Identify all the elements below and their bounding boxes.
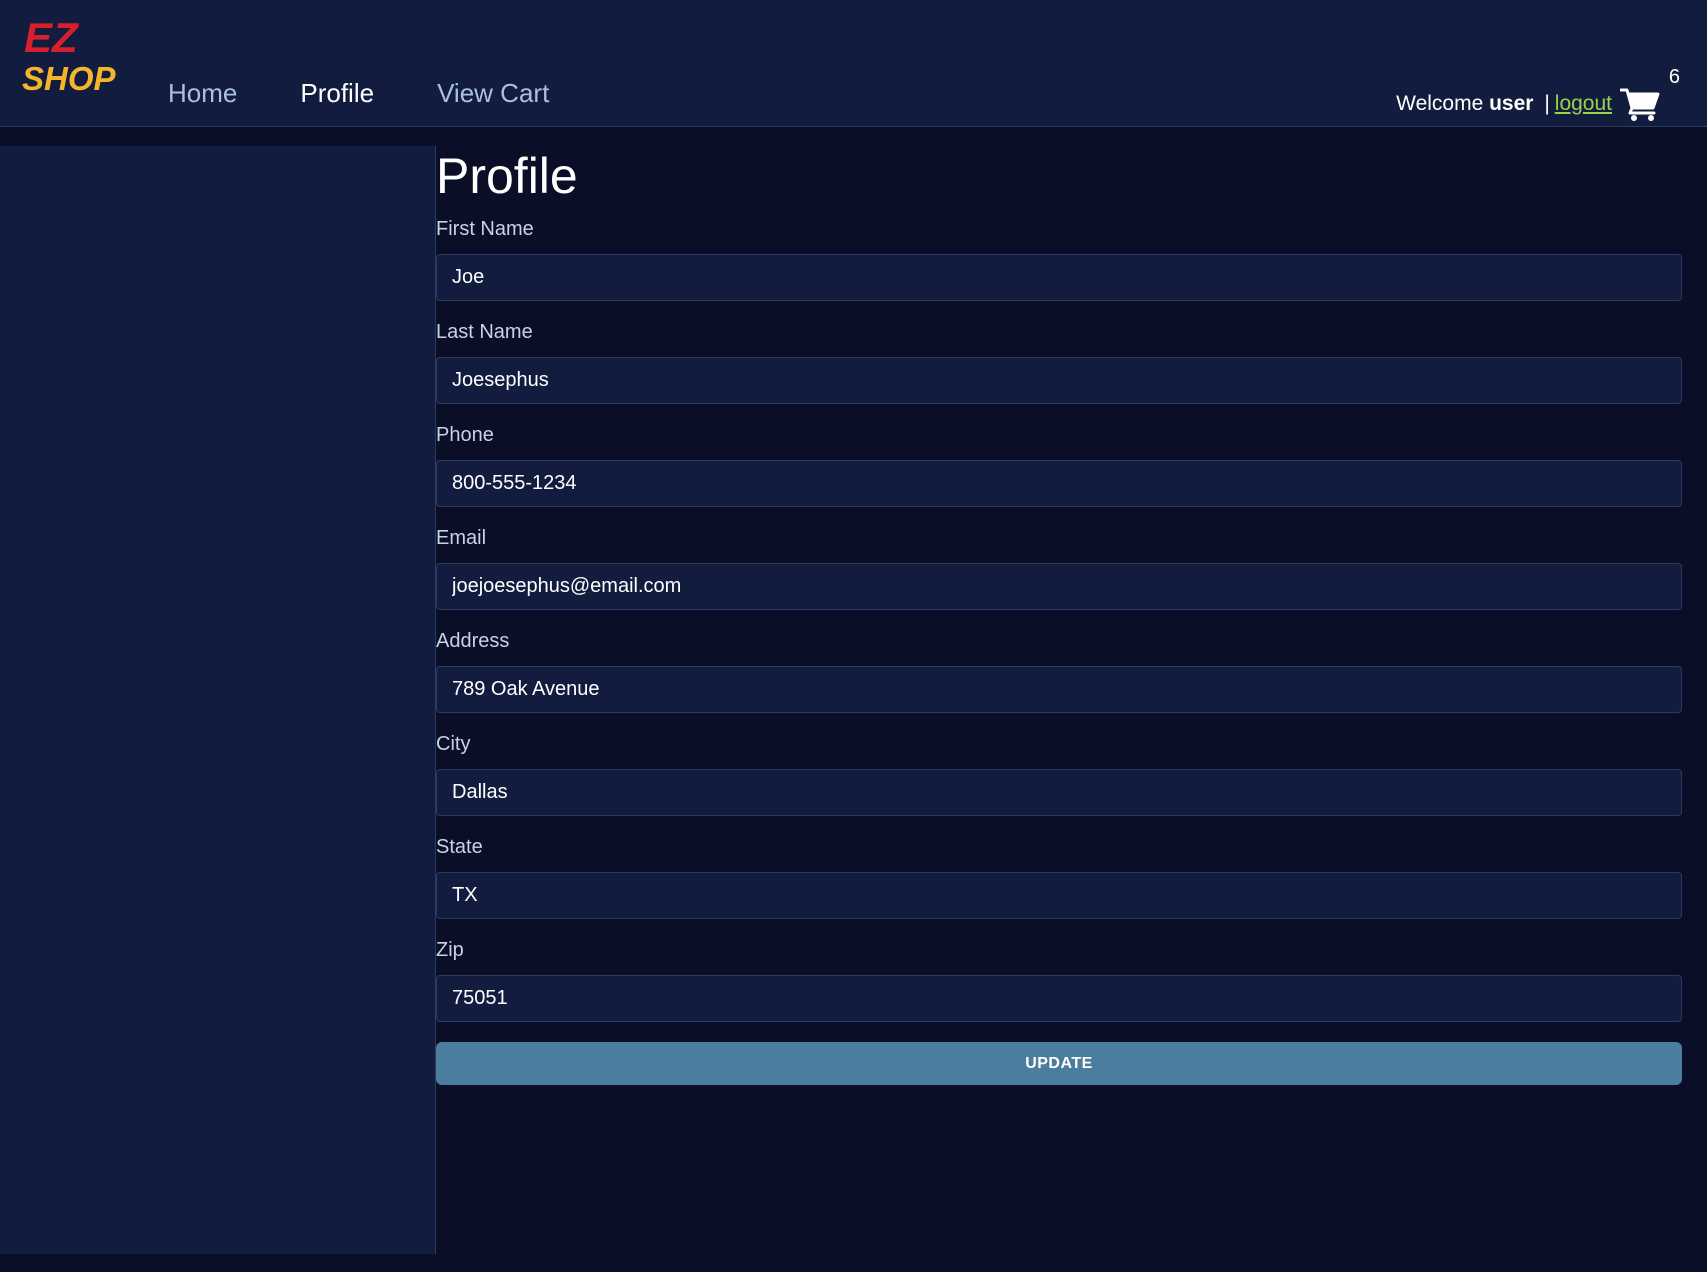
email-input[interactable] (436, 563, 1682, 610)
left-sidebar (0, 146, 436, 1254)
logo-text-shop: SHOP (22, 60, 117, 94)
cart-icon[interactable] (1619, 86, 1660, 122)
zip-group: Zip (436, 939, 1682, 1022)
profile-main: Profile First Name Last Name Phone Email… (436, 146, 1682, 1085)
ez-shop-logo[interactable]: EZ SHOP (22, 18, 128, 94)
email-label: Email (436, 527, 487, 549)
state-group: State (436, 836, 1682, 919)
email-group: Email (436, 527, 1682, 610)
nav-home-link[interactable]: Home (168, 78, 237, 109)
first-name-label: First Name (436, 218, 534, 240)
nav-profile-link[interactable]: Profile (300, 78, 374, 109)
zip-input[interactable] (436, 975, 1682, 1022)
page-title: Profile (436, 148, 578, 204)
nav-view-cart-link[interactable]: View Cart (437, 78, 549, 109)
main-nav: Home Profile View Cart (168, 78, 612, 109)
address-input[interactable] (436, 666, 1682, 713)
last-name-label: Last Name (436, 321, 533, 343)
top-navbar: EZ SHOP Home Profile View Cart Welcome u… (0, 0, 1707, 127)
last-name-group: Last Name (436, 321, 1682, 404)
username: user (1489, 92, 1534, 115)
phone-group: Phone (436, 424, 1682, 507)
logout-link[interactable]: logout (1555, 92, 1612, 115)
address-label: Address (436, 630, 510, 652)
city-group: City (436, 733, 1682, 816)
update-button[interactable]: UPDATE (436, 1042, 1682, 1085)
phone-label: Phone (436, 424, 494, 446)
first-name-input[interactable] (436, 254, 1682, 301)
zip-label: Zip (436, 939, 464, 961)
state-label: State (436, 836, 483, 858)
welcome-text: Welcome (1396, 92, 1484, 115)
first-name-group: First Name (436, 218, 1682, 301)
user-greeting: Welcome user | logout (1396, 92, 1612, 116)
phone-input[interactable] (436, 460, 1682, 507)
last-name-input[interactable] (436, 357, 1682, 404)
address-group: Address (436, 630, 1682, 713)
logo-text-ez: EZ (24, 18, 79, 61)
separator: | (1544, 92, 1550, 115)
cart-count-badge: 6 (1668, 66, 1680, 88)
city-input[interactable] (436, 769, 1682, 816)
city-label: City (436, 733, 471, 755)
state-input[interactable] (436, 872, 1682, 919)
profile-form: First Name Last Name Phone Email Address… (436, 218, 1682, 1085)
